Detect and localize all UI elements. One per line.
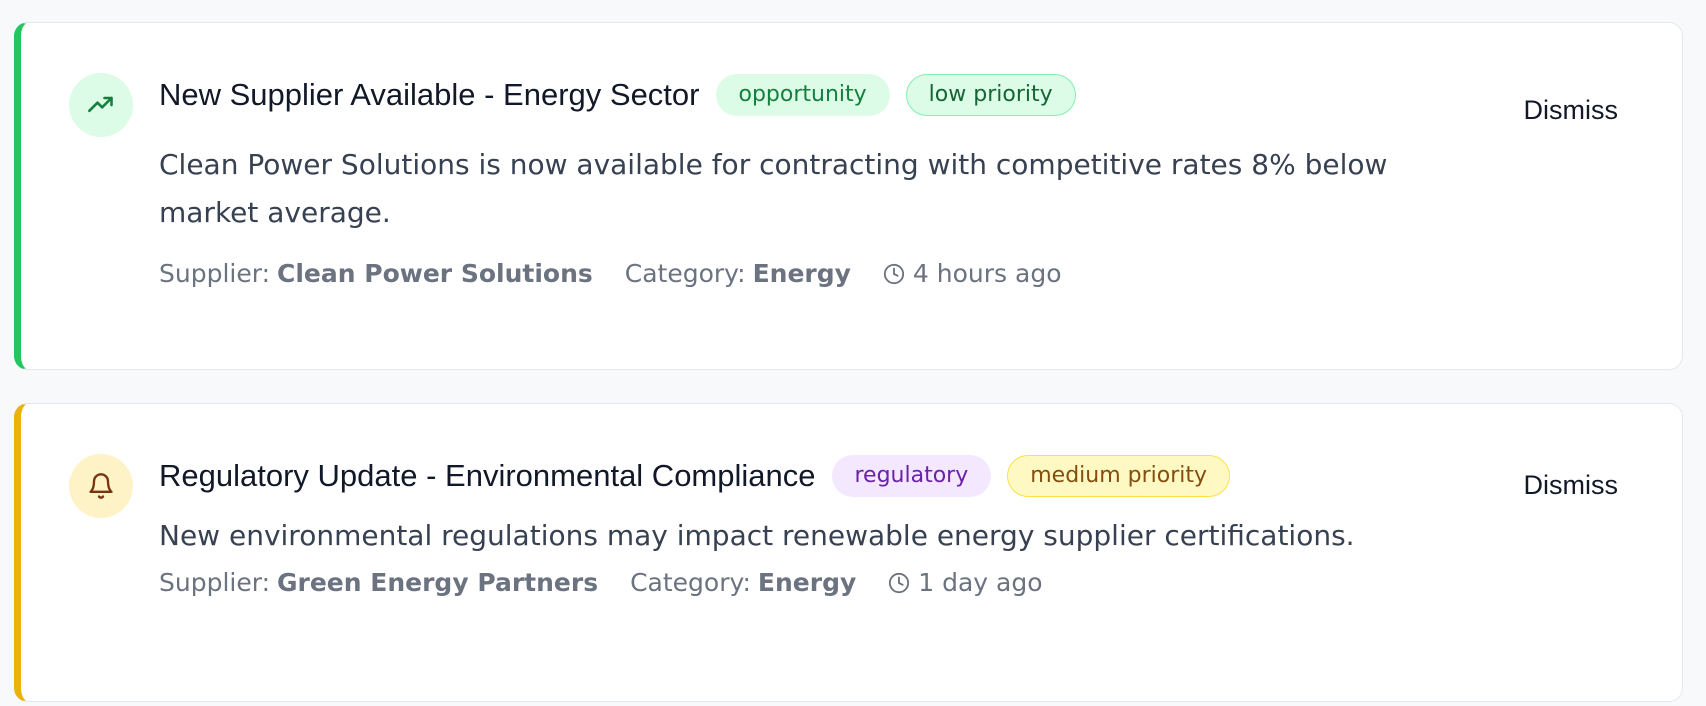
alert-title-row: Regulatory Update - Environmental Compli… <box>159 454 1246 498</box>
alert-meta: Supplier: Green Energy Partners Category… <box>159 568 1075 597</box>
supplier-meta: Supplier: Clean Power Solutions <box>159 259 593 288</box>
type-badge: regulatory <box>831 455 992 497</box>
dismiss-button[interactable]: Dismiss <box>1524 95 1619 126</box>
alert-card: Regulatory Update - Environmental Compli… <box>14 403 1683 702</box>
clock-icon <box>883 263 905 285</box>
supplier-label: Supplier: <box>159 259 270 288</box>
alerts-list: New Supplier Available - Energy Sector o… <box>0 0 1706 706</box>
alert-title: Regulatory Update - Environmental Compli… <box>159 458 816 493</box>
bell-icon <box>69 454 133 518</box>
priority-badge: medium priority <box>1007 455 1231 497</box>
category-meta: Category: Energy <box>625 259 851 288</box>
category-value: Energy <box>757 568 857 597</box>
alert-description: Clean Power Solutions is now available f… <box>159 148 1388 229</box>
trending-up-icon <box>69 73 133 137</box>
dismiss-button[interactable]: Dismiss <box>1524 470 1619 501</box>
category-meta: Category: Energy <box>630 568 856 597</box>
supplier-meta: Supplier: Green Energy Partners <box>159 568 598 597</box>
time-ago: 1 day ago <box>918 568 1043 597</box>
alert-title-row: New Supplier Available - Energy Sector o… <box>159 73 1092 117</box>
alert-card: New Supplier Available - Energy Sector o… <box>14 22 1683 370</box>
type-badge: opportunity <box>715 74 890 116</box>
category-label: Category: <box>630 568 751 597</box>
alert-description: New environmental regulations may impact… <box>159 519 1355 552</box>
time-meta: 1 day ago <box>888 568 1043 597</box>
supplier-value: Green Energy Partners <box>277 568 599 597</box>
alert-title: New Supplier Available - Energy Sector <box>159 77 700 112</box>
clock-icon <box>888 572 910 594</box>
time-ago: 4 hours ago <box>912 259 1062 288</box>
supplier-value: Clean Power Solutions <box>277 259 593 288</box>
category-label: Category: <box>624 259 746 288</box>
time-meta: 4 hours ago <box>883 259 1062 288</box>
supplier-label: Supplier: <box>159 568 270 597</box>
category-value: Energy <box>752 259 851 288</box>
alert-meta: Supplier: Clean Power Solutions Category… <box>159 259 1094 288</box>
priority-badge: low priority <box>905 74 1076 116</box>
